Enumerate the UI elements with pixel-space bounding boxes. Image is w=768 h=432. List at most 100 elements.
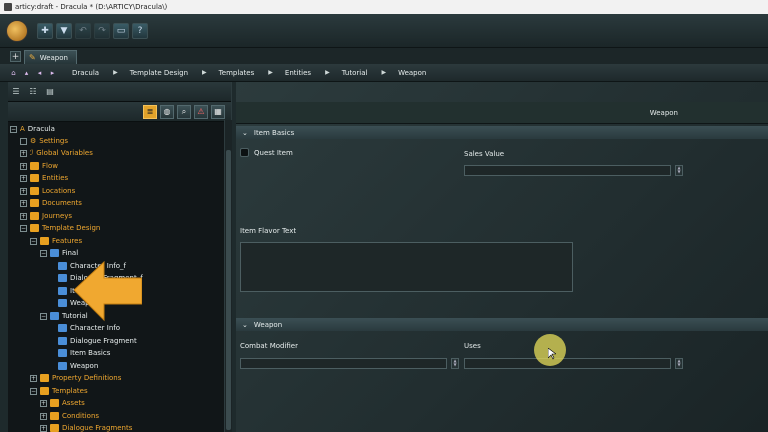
folder-icon [30, 212, 39, 220]
home-icon[interactable]: ⌂ [8, 69, 19, 77]
uses-stepper[interactable]: ▲ ▼ [675, 358, 683, 369]
collapse-icon[interactable]: − [30, 237, 37, 245]
template-icon [58, 274, 67, 282]
pencil-icon: ✎ [29, 53, 36, 62]
expand-icon[interactable]: + [20, 149, 27, 157]
tree-item[interactable]: − Templates [30, 385, 88, 397]
breadcrumb-item[interactable]: Templates [219, 69, 255, 77]
expand-icon[interactable]: + [40, 399, 47, 407]
navigator-icon[interactable]: ≣ [143, 104, 157, 119]
tile-view-icon[interactable]: ▤ [44, 86, 56, 98]
combat-modifier-input[interactable] [240, 358, 447, 369]
scrollbar-thumb[interactable] [226, 150, 231, 430]
expand-icon[interactable]: + [40, 412, 47, 420]
globe-icon[interactable]: ◍ [160, 104, 174, 119]
combat-modifier-label: Combat Modifier [240, 342, 298, 350]
flavor-text-area[interactable] [240, 242, 573, 292]
window-icon[interactable]: ▭ [113, 22, 129, 39]
tree-item[interactable]: − Template Design [20, 222, 100, 234]
section-weapon[interactable]: ⌄ Weapon [236, 318, 768, 331]
expand-icon[interactable]: + [20, 174, 27, 182]
tree-item[interactable]: Item Basics [58, 347, 110, 359]
tab-weapon[interactable]: ✎ Weapon [24, 50, 77, 64]
folder-icon [30, 199, 39, 207]
expand-icon[interactable] [20, 137, 27, 145]
editor-title: Weapon [649, 108, 678, 117]
folder-icon [50, 249, 59, 257]
up-icon[interactable]: ▴ [21, 69, 32, 77]
tree-item[interactable]: + Property Definitions [30, 372, 121, 384]
tree-item[interactable]: Weapon [58, 360, 98, 372]
breadcrumb-item[interactable]: Dracula [72, 69, 99, 77]
folder-icon [40, 237, 49, 245]
tree-view-icon[interactable]: ☰ [10, 86, 22, 98]
collapse-icon[interactable]: − [10, 125, 17, 133]
separator-icon: ▶ [202, 69, 207, 76]
tree-item[interactable]: + Locations [20, 185, 75, 197]
tree-scrollbar[interactable] [224, 120, 232, 432]
expand-icon[interactable]: + [20, 199, 27, 207]
tree-item[interactable]: + Journeys [20, 210, 72, 222]
template-icon [58, 324, 67, 332]
gear-icon: ⚙ [30, 137, 37, 145]
template-icon [58, 299, 67, 307]
quest-item-checkbox[interactable] [240, 148, 249, 157]
breadcrumb-item[interactable]: Weapon [398, 69, 426, 77]
tree-item[interactable]: + Dialogue Fragments [40, 422, 132, 432]
warning-icon[interactable]: ⚠ [194, 104, 208, 119]
tree-item[interactable]: − Final [40, 247, 78, 259]
collapse-icon[interactable]: − [40, 312, 47, 320]
combat-modifier-stepper[interactable]: ▲ ▼ [451, 358, 459, 369]
expand-icon[interactable]: + [20, 212, 27, 220]
tree-item[interactable]: Dialogue Fragment [58, 335, 137, 347]
collapse-icon[interactable]: − [20, 224, 27, 232]
sales-value-stepper[interactable]: ▲ ▼ [675, 165, 683, 176]
tree-item[interactable]: + Documents [20, 197, 82, 209]
app-icon [4, 3, 12, 11]
expand-icon[interactable]: + [30, 374, 37, 382]
expand-icon[interactable]: + [40, 424, 47, 432]
tree-item[interactable]: ⚙ Settings [20, 135, 68, 147]
folder-icon [30, 224, 39, 232]
save-icon[interactable]: ▼ [56, 22, 72, 39]
redo-icon[interactable]: ↷ [94, 22, 110, 39]
separator-icon: ▶ [381, 69, 387, 76]
app-logo-icon[interactable] [6, 19, 28, 42]
template-icon [58, 362, 67, 370]
folder-icon [50, 424, 59, 432]
help-icon[interactable]: ? [132, 22, 148, 39]
list-view-icon[interactable]: ☷ [27, 86, 39, 98]
chevron-down-icon[interactable]: ⌄ [242, 321, 248, 329]
document-tabs: + ✎ Weapon [0, 48, 768, 64]
forward-icon[interactable]: ▸ [47, 69, 58, 77]
collapse-icon[interactable]: − [30, 387, 37, 395]
tree-item[interactable]: + Assets [40, 397, 85, 409]
collapse-icon[interactable]: − [40, 249, 47, 257]
tree-item[interactable]: − Features [30, 235, 82, 247]
template-icon [58, 262, 67, 270]
section-item-basics[interactable]: ⌄ Item Basics [236, 126, 768, 139]
tree-item[interactable]: + Flow [20, 160, 58, 172]
search-icon[interactable]: ⌕ [177, 104, 191, 119]
grid-icon[interactable]: ▦ [211, 104, 225, 119]
view-toolbar: ☰ ☷ ▤ [8, 82, 231, 102]
expand-icon[interactable]: + [20, 187, 27, 195]
back-icon[interactable]: ◂ [34, 69, 45, 77]
tree-item[interactable]: + Conditions [40, 410, 99, 422]
breadcrumb-item[interactable]: Template Design [130, 69, 188, 77]
breadcrumb-item[interactable]: Entities [285, 69, 311, 77]
add-tab-button[interactable]: + [10, 51, 21, 62]
undo-icon[interactable]: ↶ [75, 22, 91, 39]
sales-value-input[interactable] [464, 165, 671, 176]
new-icon[interactable]: ✚ [37, 22, 53, 39]
window-titlebar: articy:draft - Dracula * (D:\ARTICY\Drac… [0, 0, 768, 14]
expand-icon[interactable]: + [20, 162, 27, 170]
breadcrumb-item[interactable]: Tutorial [342, 69, 368, 77]
window-title: articy:draft - Dracula * (D:\ARTICY\Drac… [15, 3, 168, 11]
dracula-icon: A [20, 125, 25, 133]
tree-root[interactable]: − A Dracula [10, 123, 55, 135]
uses-input[interactable] [464, 358, 671, 369]
tree-item[interactable]: + Entities [20, 172, 68, 184]
tree-item[interactable]: + ℐ Global Variables [20, 147, 93, 159]
chevron-down-icon[interactable]: ⌄ [242, 129, 248, 137]
